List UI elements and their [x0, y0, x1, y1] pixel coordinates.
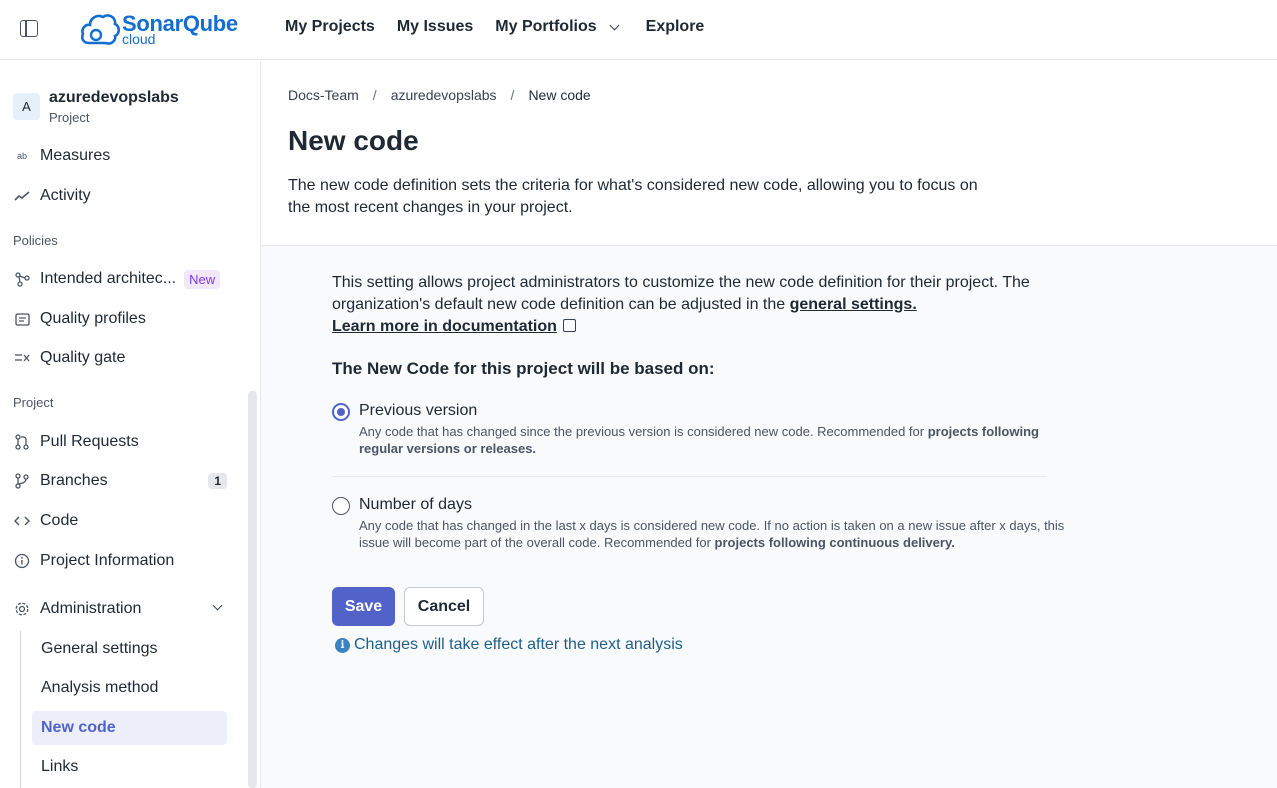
sidebar-scrollbar[interactable]	[248, 391, 257, 788]
sidebar-item-branches[interactable]: Branches 1	[13, 468, 233, 494]
sidebar-item-label: Administration	[40, 600, 142, 617]
info-text: This setting allows project administrato…	[332, 272, 1052, 338]
sidebar-subitem-analysis-method[interactable]: Analysis method	[32, 671, 227, 705]
sidebar-item-label: Intended architec...	[40, 270, 177, 287]
sidebar-item-pull-requests[interactable]: Pull Requests	[13, 429, 233, 455]
nav-my-portfolios[interactable]: My Portfolios	[495, 18, 620, 36]
code-icon	[13, 512, 31, 530]
architecture-icon	[13, 270, 31, 288]
sidebar-item-label: Quality profiles	[40, 310, 146, 327]
chevron-down-icon	[212, 600, 223, 611]
page-title: New code	[288, 125, 419, 156]
branch-count-badge: 1	[208, 473, 227, 489]
top-bar: SonarQube cloud My Projects My Issues My…	[0, 0, 1277, 60]
nav-explore[interactable]: Explore	[646, 18, 705, 36]
sidebar-item-quality-gate[interactable]: Quality gate	[13, 345, 233, 371]
info-icon	[13, 552, 31, 570]
info-icon: i	[335, 637, 350, 653]
learn-more-label: Learn more in documentation	[332, 318, 557, 335]
sidebar: A azuredevopslabs Project ab Measures Ac…	[0, 61, 261, 788]
sidebar-item-measures[interactable]: ab Measures	[13, 143, 233, 169]
number-of-days-label[interactable]: Number of days	[359, 496, 472, 514]
save-button[interactable]: Save	[332, 587, 395, 626]
sidebar-item-administration[interactable]: Administration	[13, 596, 233, 622]
note-text: Changes will take effect after the next …	[354, 636, 683, 653]
project-type: Project	[49, 110, 90, 125]
gear-icon	[13, 600, 31, 618]
sidebar-item-label: Project Information	[40, 552, 175, 569]
measures-icon: ab	[16, 151, 27, 161]
breadcrumb-organization[interactable]: Docs-Team	[288, 87, 359, 103]
settings-panel: This setting allows project administrato…	[261, 245, 1277, 788]
logo-subtitle: cloud	[122, 31, 156, 47]
sidebar-item-label: Code	[40, 512, 79, 529]
project-avatar: A	[13, 93, 40, 120]
nav-my-projects[interactable]: My Projects	[285, 18, 375, 36]
new-badge: New	[184, 269, 221, 289]
pull-request-icon	[13, 433, 31, 451]
nav-my-portfolios-label: My Portfolios	[495, 18, 597, 35]
sonarqube-logo[interactable]: SonarQube cloud	[80, 10, 240, 48]
project-name: azuredevopslabs	[49, 89, 179, 106]
quality-profiles-icon	[13, 310, 31, 328]
sidebar-item-quality-profiles[interactable]: Quality profiles	[13, 306, 233, 332]
chevron-down-icon	[609, 20, 620, 30]
cancel-button[interactable]: Cancel	[404, 587, 484, 626]
nav-my-issues[interactable]: My Issues	[397, 18, 473, 36]
option-desc-bold: projects following continuous delivery.	[714, 535, 955, 550]
cloud-logo-icon	[80, 14, 120, 45]
breadcrumb-separator: /	[510, 87, 515, 103]
number-of-days-description: Any code that has changed in the last x …	[359, 517, 1069, 551]
sidebar-item-activity[interactable]: Activity	[13, 183, 233, 209]
sidebar-subitem-general-settings[interactable]: General settings	[32, 632, 227, 666]
previous-version-radio[interactable]	[332, 403, 350, 421]
sidebar-item-intended-architecture[interactable]: Intended architec... New	[13, 266, 233, 292]
sidebar-subitem-new-code[interactable]: New code	[32, 711, 227, 745]
number-of-days-radio[interactable]	[332, 497, 350, 515]
sidebar-item-label: Activity	[40, 187, 91, 204]
previous-version-label[interactable]: Previous version	[359, 402, 477, 420]
general-settings-link[interactable]: general settings.	[790, 296, 917, 313]
activity-icon	[13, 187, 31, 205]
submenu-guide-line	[20, 631, 21, 788]
page-description: The new code definition sets the criteri…	[288, 177, 978, 216]
analysis-note: i Changes will take effect after the nex…	[335, 636, 683, 654]
sidebar-item-label: Quality gate	[40, 349, 126, 366]
quality-gate-icon	[13, 349, 31, 367]
breadcrumb: Docs-Team / azuredevopslabs / New code	[288, 87, 591, 103]
previous-version-description: Any code that has changed since the prev…	[359, 423, 1069, 457]
main-content: Docs-Team / azuredevopslabs / New code N…	[261, 61, 1277, 788]
info-body: This setting allows project administrato…	[332, 274, 1030, 313]
sidebar-item-label: Branches	[40, 472, 108, 489]
branch-icon	[13, 472, 31, 490]
options-divider	[332, 476, 1047, 477]
external-link-icon	[562, 319, 576, 332]
section-project: Project	[13, 395, 54, 410]
sidebar-toggle-icon[interactable]	[20, 20, 38, 37]
sidebar-item-label: Measures	[40, 147, 111, 164]
sidebar-item-project-information[interactable]: Project Information	[13, 548, 233, 574]
option-desc-text: Any code that has changed in the last x …	[359, 518, 1065, 550]
breadcrumb-project[interactable]: azuredevopslabs	[391, 87, 497, 103]
option-desc-text: Any code that has changed since the prev…	[359, 424, 925, 439]
main-nav: My Projects My Issues My Portfolios Expl…	[285, 18, 704, 36]
breadcrumb-current: New code	[528, 87, 591, 103]
breadcrumb-separator: /	[372, 87, 377, 103]
based-on-heading: The New Code for this project will be ba…	[332, 359, 715, 378]
section-policies: Policies	[13, 233, 58, 248]
sidebar-item-code[interactable]: Code	[13, 508, 233, 534]
sidebar-item-label: Pull Requests	[40, 433, 139, 450]
sidebar-subitem-links[interactable]: Links	[32, 750, 227, 784]
learn-more-link[interactable]: Learn more in documentation	[332, 318, 557, 335]
